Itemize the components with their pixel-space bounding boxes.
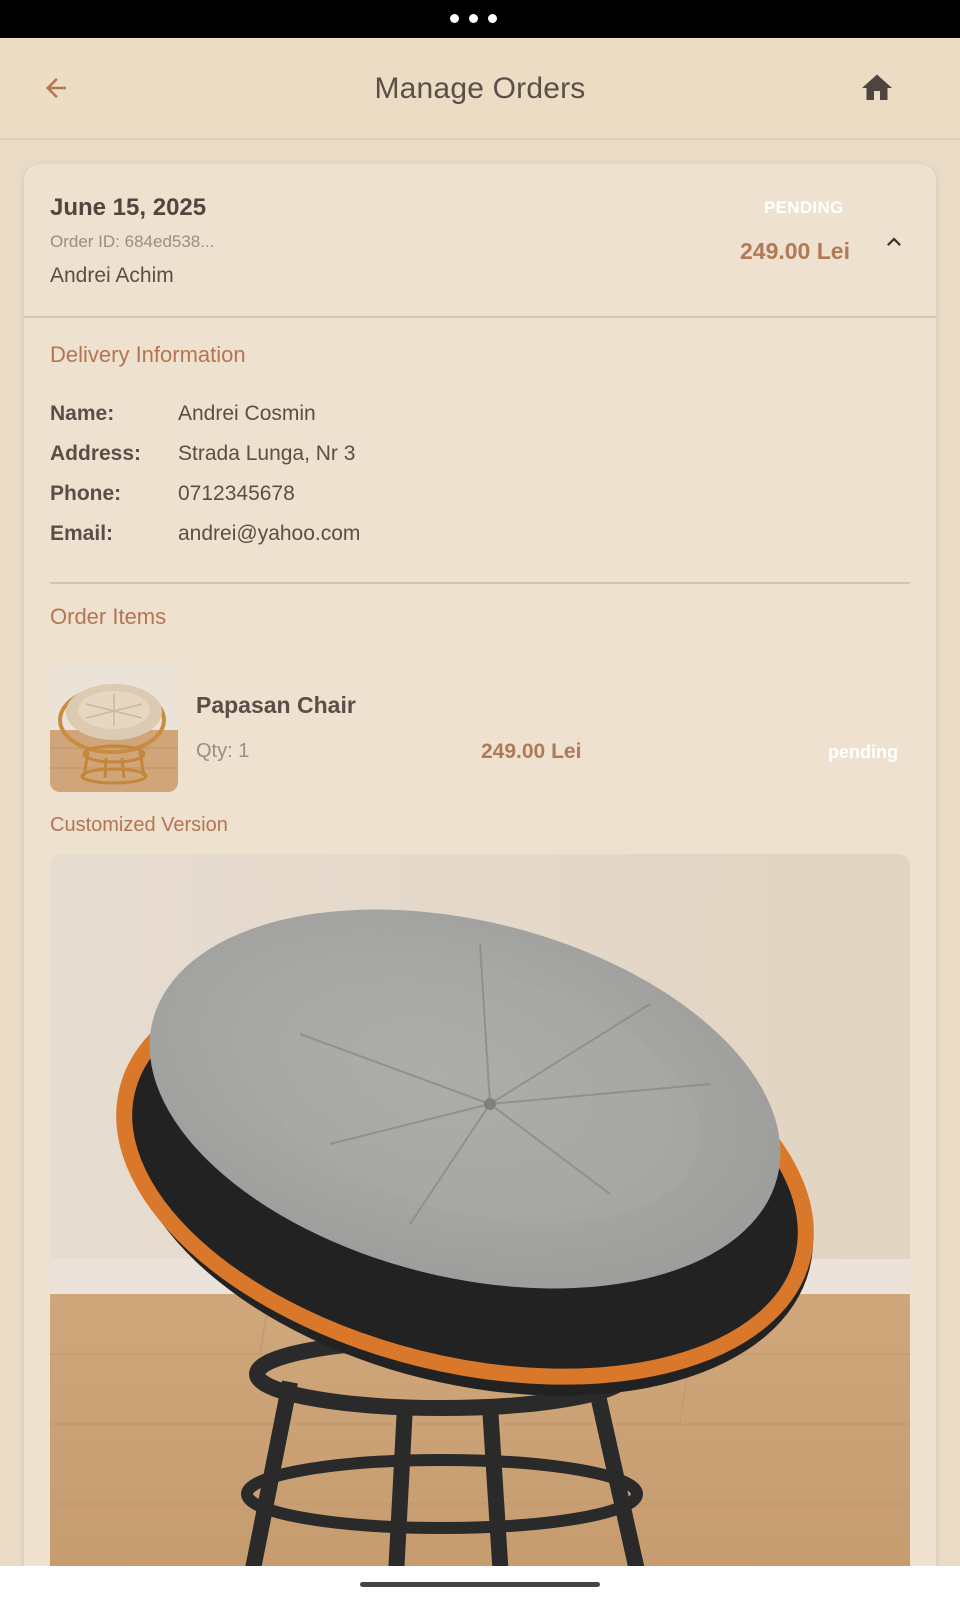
- system-nav-bar: [0, 1566, 960, 1600]
- info-value: andrei@yahoo.com: [178, 522, 361, 545]
- info-value: 0712345678: [178, 482, 295, 505]
- info-value: Andrei Cosmin: [178, 402, 316, 425]
- order-items-title: Order Items: [50, 604, 167, 629]
- status-bar: [0, 0, 960, 38]
- info-label: Name:: [50, 402, 115, 425]
- info-value: Strada Lunga, Nr 3: [178, 442, 356, 465]
- delivery-info-title: Delivery Information: [50, 342, 246, 367]
- customized-product-image: [50, 854, 910, 1584]
- info-label: Email:: [50, 522, 114, 545]
- item-name: Papasan Chair: [196, 692, 356, 718]
- product-thumbnail: [50, 664, 178, 792]
- app-bar: Manage Orders: [0, 38, 960, 140]
- order-total: 249.00 Lei: [740, 238, 850, 264]
- item-status-badge: pending: [828, 742, 898, 762]
- customized-chair-image: [50, 854, 910, 1584]
- order-card: June 15, 2025 Order ID: 684ed538... Andr…: [24, 164, 936, 1584]
- chevron-up-icon: [887, 237, 901, 246]
- chair-thumbnail-icon: [50, 664, 178, 792]
- page-title: Manage Orders: [374, 72, 586, 105]
- order-customer: Andrei Achim: [50, 264, 174, 287]
- order-header[interactable]: June 15, 2025 Order ID: 684ed538... Andr…: [24, 164, 936, 318]
- home-gesture-handle[interactable]: [360, 1582, 600, 1587]
- info-label: Phone:: [50, 482, 122, 505]
- status-badge: PENDING: [764, 198, 844, 217]
- customized-version-title: Customized Version: [50, 814, 228, 836]
- camera-dots: [450, 14, 497, 23]
- home-button[interactable]: [857, 68, 897, 108]
- info-label: Address:: [50, 442, 142, 465]
- home-icon: [862, 74, 892, 100]
- section-divider: [50, 582, 910, 584]
- collapse-button[interactable]: [876, 224, 912, 260]
- item-qty: Qty: 1: [196, 740, 250, 762]
- order-id: Order ID: 684ed538...: [50, 232, 215, 251]
- item-price: 249.00 Lei: [481, 740, 582, 763]
- order-date: June 15, 2025: [50, 194, 207, 221]
